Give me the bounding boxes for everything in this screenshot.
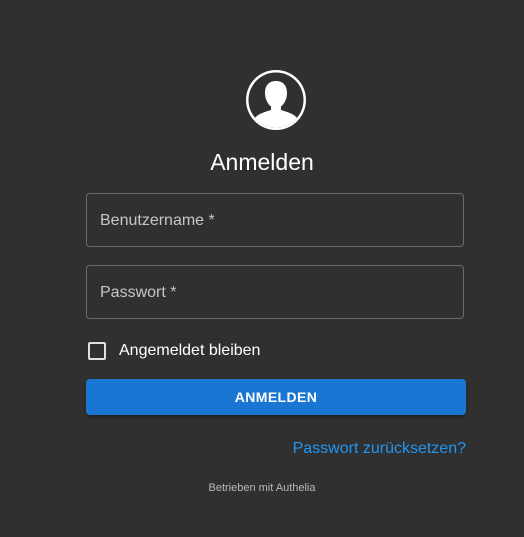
checkbox-icon[interactable] [88,342,106,360]
user-avatar-icon [244,68,308,132]
powered-by-footer: Betrieben mit Authelia [208,482,316,494]
username-label: Benutzername * [100,212,215,229]
remember-me-checkbox[interactable]: Angemeldet bleiben [86,339,260,363]
page-title: Anmelden [210,149,314,175]
sign-in-button[interactable]: ANMELDEN [86,379,466,415]
reset-password-link[interactable]: Passwort zurücksetzen? [293,439,466,459]
username-field[interactable]: Benutzername * [86,193,464,247]
remember-me-label: Angemeldet bleiben [119,342,261,359]
password-field[interactable]: Passwort * [86,265,464,319]
password-label: Passwort * [100,284,177,301]
